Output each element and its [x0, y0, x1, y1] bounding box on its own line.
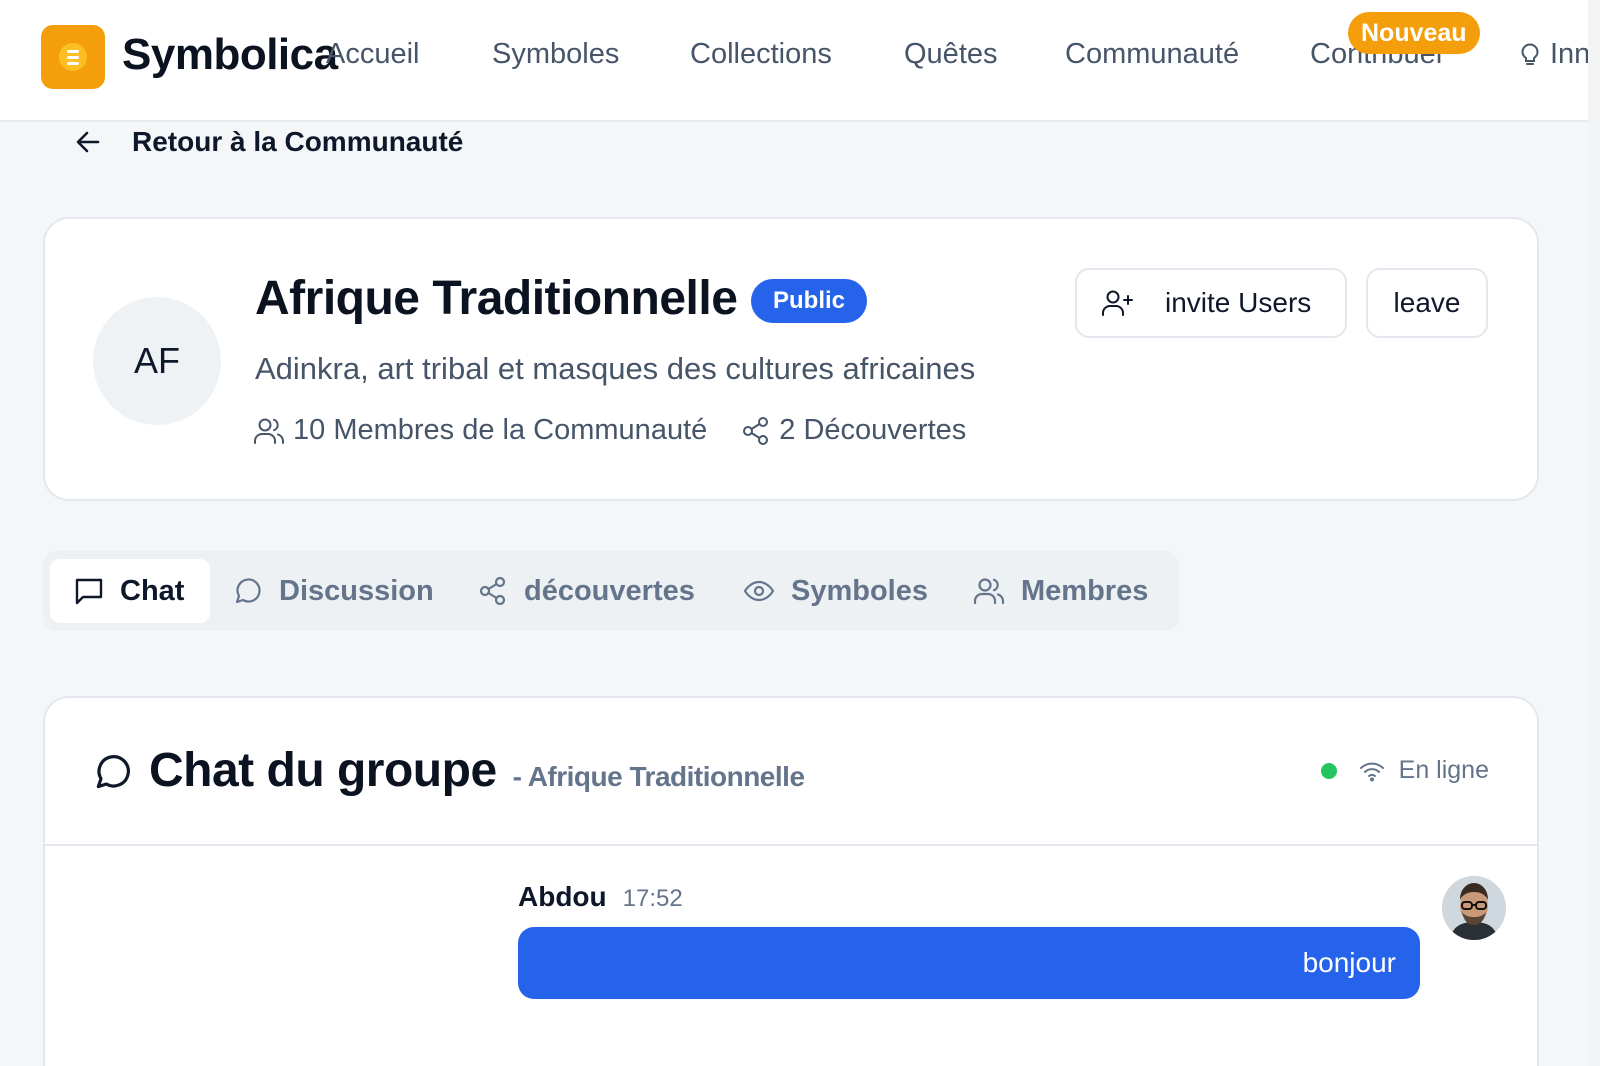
tab-chat[interactable]: Chat	[50, 559, 210, 623]
chat-subtitle: - Afrique Traditionnelle	[512, 761, 805, 792]
visibility-badge: Public	[751, 279, 868, 323]
message-circle-icon	[233, 576, 263, 606]
message-time: 17:52	[622, 885, 683, 912]
nav-innovation[interactable]: Inn	[1520, 38, 1588, 71]
message-bubble: bonjour	[518, 927, 1420, 999]
discoveries-stat-label: 2 Découvertes	[779, 414, 967, 446]
back-link-label: Retour à la Communauté	[132, 126, 464, 157]
group-stats: 10 Membres de la Communauté 2 Découverte…	[253, 414, 966, 447]
share-icon	[478, 576, 508, 606]
group-chat-card: Chat du groupe - Afrique Traditionnelle …	[43, 696, 1539, 1066]
top-navbar: Symbolica Accueil Symboles Collections Q…	[0, 0, 1588, 122]
tab-discussion-label: Discussion	[279, 574, 434, 607]
nav-accueil[interactable]: Accueil	[326, 38, 420, 71]
avatar[interactable]	[1442, 876, 1506, 940]
group-title: Afrique Traditionnelle	[255, 272, 738, 325]
scrollbar-track[interactable]	[1588, 0, 1600, 1066]
invite-users-label: invite Users	[1165, 287, 1312, 318]
nav-quetes[interactable]: Quêtes	[904, 38, 998, 71]
tab-membres-label: Membres	[1021, 574, 1149, 607]
eye-icon	[743, 576, 775, 606]
tab-decouvertes[interactable]: découvertes	[478, 559, 695, 623]
new-badge: Nouveau	[1348, 12, 1480, 54]
share-icon	[741, 416, 771, 446]
group-header-card: AF Afrique Traditionnelle Public Adinkra…	[43, 217, 1539, 501]
group-description: Adinkra, art tribal et masques des cultu…	[255, 351, 976, 386]
leave-group-button[interactable]: leave	[1366, 268, 1488, 338]
group-tabs: Chat Discussion découvertes Symboles Mem…	[43, 551, 1179, 631]
lightbulb-icon	[1520, 42, 1540, 68]
tab-decouvertes-label: découvertes	[524, 574, 695, 607]
tab-discussion[interactable]: Discussion	[233, 559, 434, 623]
user-plus-icon	[1101, 288, 1135, 318]
logo-icon[interactable]	[41, 25, 105, 89]
members-stat: 10 Membres de la Communauté	[253, 414, 707, 447]
tab-symboles-label: Symboles	[791, 574, 928, 607]
message-author: Abdou	[518, 881, 607, 912]
online-dot	[1320, 762, 1337, 779]
tab-membres[interactable]: Membres	[973, 559, 1148, 623]
tab-chat-label: Chat	[120, 574, 185, 607]
brand-name[interactable]: Symbolica	[122, 30, 338, 80]
wifi-icon	[1359, 760, 1385, 782]
tab-symboles[interactable]: Symboles	[743, 559, 928, 623]
users-icon	[253, 416, 285, 446]
users-icon	[973, 576, 1005, 606]
nav-symboles[interactable]: Symboles	[492, 38, 619, 71]
nav-collections[interactable]: Collections	[690, 38, 832, 71]
message-circle-icon	[93, 752, 133, 792]
invite-users-button[interactable]: invite Users	[1075, 268, 1347, 338]
group-avatar: AF	[93, 297, 221, 425]
arrow-left-icon	[74, 128, 102, 156]
chat-title-group: Chat du groupe - Afrique Traditionnelle	[149, 743, 805, 798]
message-meta: Abdou 17:52	[518, 881, 683, 913]
nav-communaute[interactable]: Communauté	[1065, 38, 1239, 71]
online-status-label: En ligne	[1398, 756, 1489, 784]
members-stat-label: 10 Membres de la Communauté	[293, 414, 708, 446]
nav-innovation-label: Inn	[1550, 38, 1588, 70]
message-square-icon	[74, 576, 104, 606]
online-status: En ligne	[1320, 756, 1489, 785]
back-to-community-link[interactable]: Retour à la Communauté	[74, 126, 463, 158]
chat-title: Chat du groupe	[149, 744, 497, 797]
discoveries-stat: 2 Découvertes	[741, 414, 966, 447]
chat-header: Chat du groupe - Afrique Traditionnelle …	[45, 698, 1537, 846]
